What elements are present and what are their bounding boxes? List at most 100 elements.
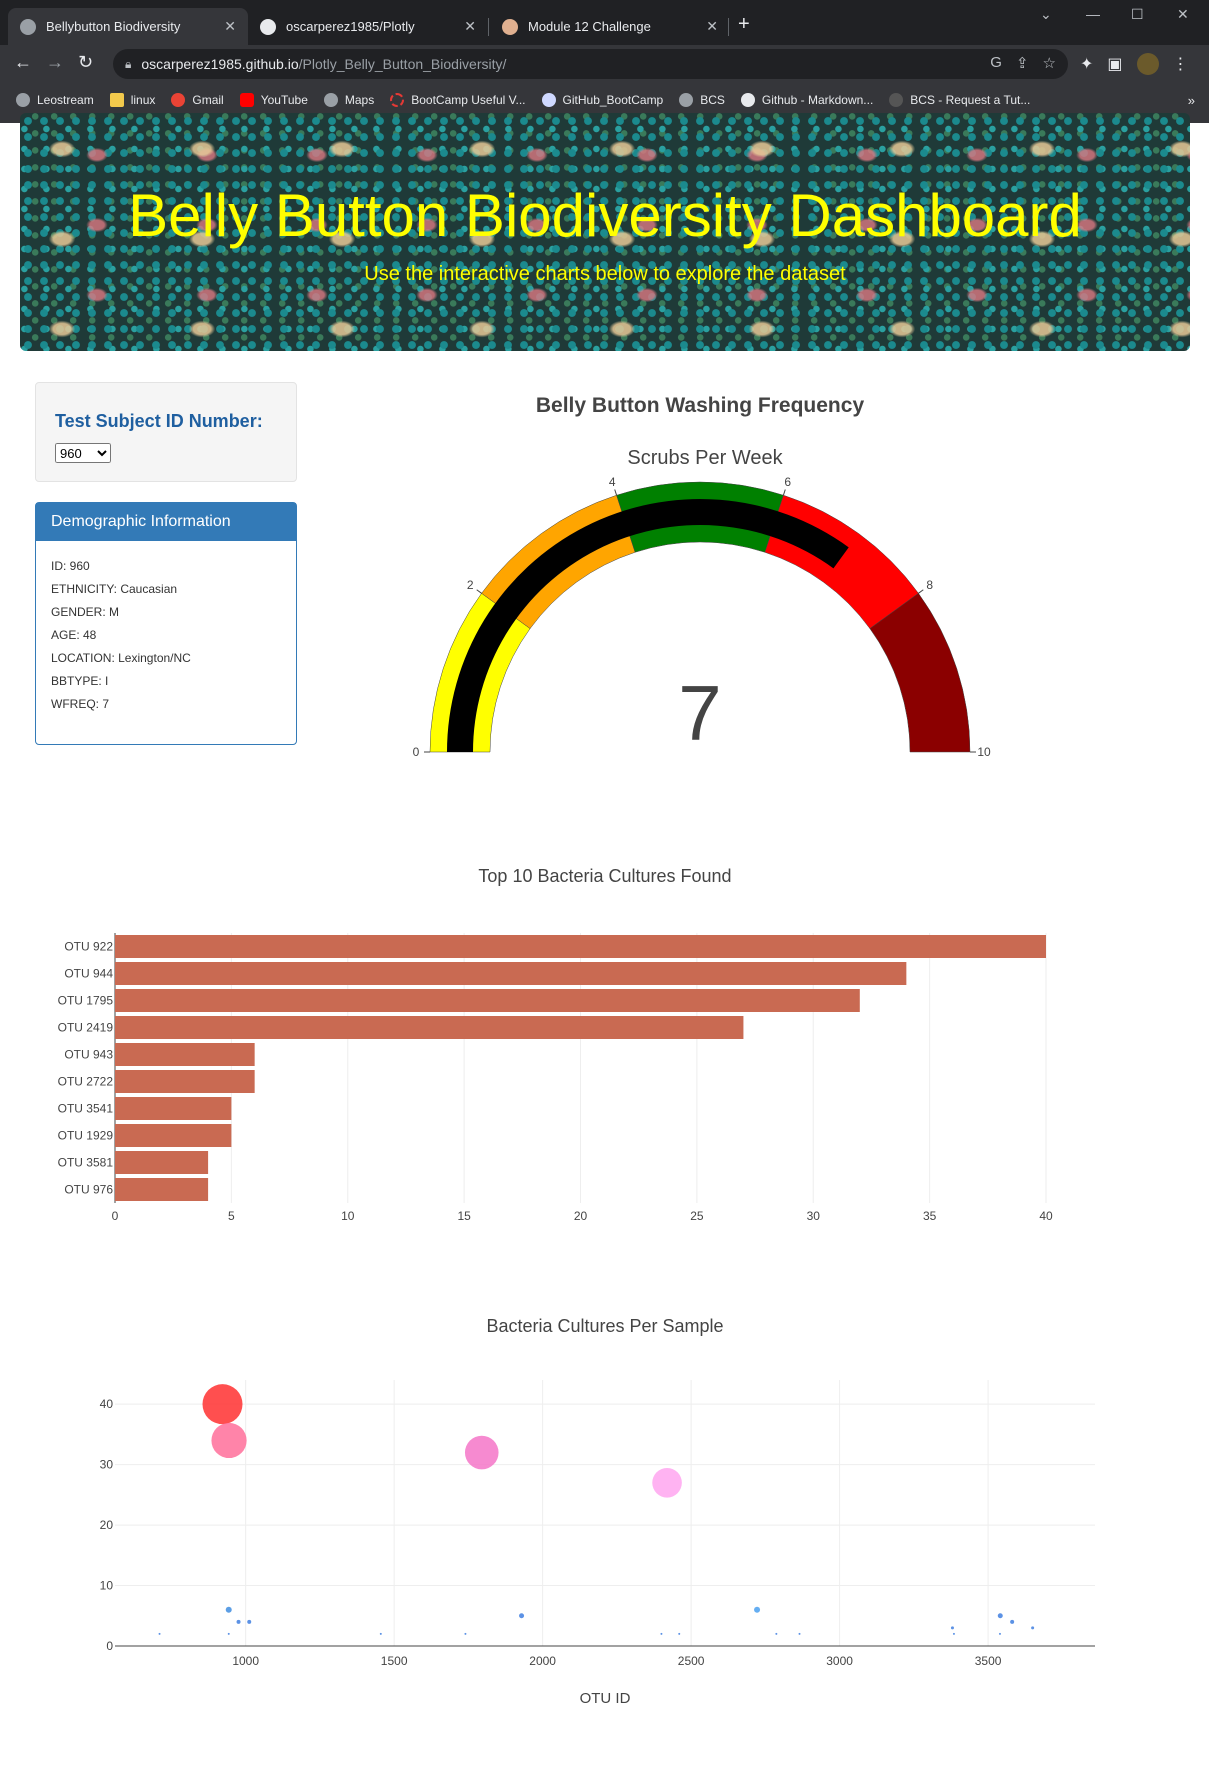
address-bar[interactable]: 🔒︎ oscarperez1985.github.io/Plotly_Belly…: [113, 49, 1068, 79]
profile-avatar[interactable]: [1136, 53, 1159, 75]
bubble-point: [464, 1632, 467, 1635]
close-icon[interactable]: ✕: [706, 18, 718, 35]
gauge-tick-label: 0: [413, 745, 420, 759]
subject-selector-label: Test Subject ID Number:: [55, 411, 263, 431]
bookmark-bcs-request[interactable]: BCS - Request a Tut...: [889, 93, 1030, 107]
bookmark-label: BCS - Request a Tut...: [910, 93, 1031, 107]
gauge-chart-subtitle: Scrubs Per Week: [627, 447, 783, 469]
bookmark-label: Github - Markdown...: [761, 93, 874, 107]
gauge-tick-label: 4: [609, 475, 616, 489]
star-icon[interactable]: ☆: [1043, 54, 1056, 72]
bubble-point: [754, 1606, 761, 1613]
bar: [115, 1070, 255, 1093]
page-title: Belly Button Biodiversity Dashboard: [128, 182, 1082, 249]
bar-x-tick-label: 40: [1039, 1209, 1053, 1223]
gauge-tick-label: 8: [926, 578, 933, 592]
tab-search-icon[interactable]: ⌄: [1040, 6, 1052, 23]
demographic-body: ID: 960 ETHNICITY: Caucasian GENDER: M A…: [36, 541, 296, 730]
extensions-icon[interactable]: ✦: [1080, 54, 1093, 74]
bubble-y-tick-label: 20: [100, 1518, 114, 1532]
bookmark-label: BCS: [700, 93, 725, 107]
bar: [115, 962, 907, 985]
reload-button[interactable]: ↻: [78, 52, 93, 73]
bar-chart: 0 5 10 15 20 25 30 35 40 OTU 922 OTU 944 OTU 1795 OT…: [58, 933, 1053, 1223]
tab-label: Bellybutton Biodiversity: [46, 19, 181, 34]
subject-selector-panel: Test Subject ID Number: 960: [35, 382, 297, 482]
close-icon[interactable]: ✕: [224, 18, 236, 35]
bar: [115, 935, 1046, 958]
bookmark-linux[interactable]: linux: [109, 93, 155, 107]
new-tab-button[interactable]: +: [738, 13, 750, 36]
bubble-point: [798, 1632, 801, 1635]
bar-chart-title: Top 10 Bacteria Cultures Found: [478, 866, 732, 886]
side-panel-icon[interactable]: ▣: [1107, 54, 1122, 74]
bookmark-label: BootCamp Useful V...: [411, 93, 526, 107]
gauge-value-label: 7: [678, 669, 721, 757]
subject-id-select[interactable]: 960: [55, 443, 111, 463]
bar-x-tick-label: 35: [923, 1209, 937, 1223]
bookmark-label: YouTube: [260, 93, 308, 107]
bubble-point: [775, 1632, 778, 1635]
google-icon[interactable]: G: [990, 54, 1002, 72]
bar-x-tick-label: 10: [341, 1209, 355, 1223]
bookmarks-overflow-icon[interactable]: »: [1188, 93, 1195, 108]
bookmark-leostream[interactable]: Leostream: [16, 93, 94, 107]
back-button[interactable]: ←: [14, 52, 32, 73]
demographic-row: BBTYPE: I: [51, 674, 109, 688]
bookmarks-bar: Leostream linux Gmail YouTube Maps BootC…: [0, 85, 1209, 115]
bar-x-tick-label: 5: [228, 1209, 235, 1223]
bookmark-youtube[interactable]: YouTube: [239, 93, 308, 107]
tab-label: oscarperez1985/Plotly: [286, 19, 415, 34]
globe-icon: [20, 18, 36, 35]
google-icon: [171, 93, 186, 107]
maximize-button[interactable]: ☐: [1131, 6, 1144, 23]
tab-separator: [488, 18, 489, 36]
bubble-point: [1010, 1619, 1015, 1624]
bubble-point: [950, 1626, 954, 1630]
tab-github[interactable]: oscarperez1985/Plotly ✕: [248, 8, 488, 45]
bootcamp-icon: [502, 18, 518, 35]
bubble-point: [660, 1632, 663, 1635]
bubble-point: [952, 1632, 955, 1635]
bar: [115, 1124, 232, 1147]
tab-bellybutton[interactable]: Bellybutton Biodiversity ✕: [8, 8, 248, 45]
bubble-point: [997, 1613, 1003, 1619]
bookmark-github-markdown[interactable]: Github - Markdown...: [740, 93, 874, 107]
bookmark-bootcamp-useful[interactable]: BootCamp Useful V...: [390, 93, 526, 107]
github-icon: [740, 93, 755, 107]
page-subtitle: Use the interactive charts below to expl…: [364, 263, 846, 285]
bar-x-tick-label: 0: [112, 1209, 119, 1223]
bar-category-label: OTU 3541: [58, 1102, 114, 1116]
demographic-heading: Demographic Information: [36, 503, 296, 541]
bubble-y-tick-label: 10: [100, 1579, 114, 1593]
bar-category-label: OTU 944: [64, 967, 113, 981]
minimize-button[interactable]: —: [1086, 6, 1100, 22]
bubble-x-tick-label: 1000: [232, 1654, 259, 1668]
demographic-row: ETHNICITY: Caucasian: [51, 582, 178, 596]
bar-category-label: OTU 2722: [58, 1075, 114, 1089]
window-close-button[interactable]: ✕: [1177, 6, 1189, 23]
address-bar-actions: G ⇪ ☆: [990, 54, 1056, 72]
bar-category-label: OTU 922: [64, 940, 113, 954]
url-host: oscarperez1985.github.io: [141, 56, 299, 72]
bubble-point: [678, 1632, 681, 1635]
bubble-x-tick-label: 2000: [529, 1654, 556, 1668]
github-icon: [260, 18, 276, 35]
folder-icon: [109, 93, 124, 107]
bubble-point: [158, 1632, 161, 1635]
bubble-x-tick-label: 2500: [678, 1654, 705, 1668]
bubble-x-tick-label: 3500: [975, 1654, 1002, 1668]
gauge-tick: [614, 489, 618, 496]
bookmark-gmail[interactable]: Gmail: [171, 93, 224, 107]
bubble-point: [202, 1384, 243, 1425]
circle-icon: [390, 93, 405, 107]
close-icon[interactable]: ✕: [464, 18, 476, 35]
tab-module-12[interactable]: Module 12 Challenge ✕: [490, 8, 730, 45]
bubble-point: [652, 1467, 682, 1498]
bookmark-maps[interactable]: Maps: [323, 93, 374, 107]
forward-button[interactable]: →: [46, 52, 64, 73]
share-icon[interactable]: ⇪: [1016, 54, 1029, 72]
bookmark-github-bootcamp[interactable]: GitHub_BootCamp: [541, 93, 663, 107]
bookmark-bcs[interactable]: BCS: [679, 93, 725, 107]
menu-icon[interactable]: ⋮: [1173, 54, 1189, 74]
